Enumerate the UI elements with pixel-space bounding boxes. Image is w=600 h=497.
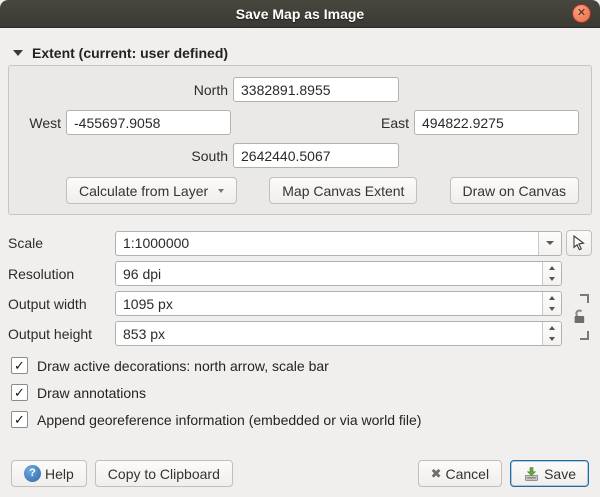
footer-left-group: ? Help Copy to Clipboard	[11, 460, 233, 487]
draw-on-canvas-button[interactable]: Draw on Canvas	[450, 177, 580, 204]
extent-header-label: Extent (current: user defined)	[32, 45, 228, 61]
scale-combobox[interactable]	[115, 231, 562, 256]
collapse-triangle-icon	[13, 50, 23, 56]
chevron-down-icon	[546, 241, 554, 245]
height-spin-buttons	[542, 322, 561, 345]
draw-annotations-label: Draw annotations	[37, 385, 146, 401]
lock-aspect-ratio-button[interactable]	[571, 294, 589, 340]
resolution-spin-buttons	[542, 262, 561, 285]
north-label: North	[21, 82, 228, 98]
resolution-label: Resolution	[8, 266, 115, 282]
draw-decorations-label: Draw active decorations: north arrow, sc…	[37, 358, 329, 374]
append-georeference-checkbox[interactable]: ✓ Append georeference information (embed…	[8, 411, 592, 428]
spin-down-button[interactable]	[543, 274, 561, 286]
save-map-as-image-dialog: Save Map as Image ✕ Extent (current: use…	[0, 0, 600, 497]
dropdown-arrow-icon	[218, 189, 224, 193]
spin-up-button[interactable]	[543, 292, 561, 304]
save-button[interactable]: Save	[510, 460, 589, 487]
east-input[interactable]	[414, 110, 579, 135]
south-label: South	[21, 148, 228, 164]
west-east-row: West East	[21, 110, 579, 135]
help-button[interactable]: ? Help	[11, 460, 87, 487]
resolution-row: Resolution	[8, 261, 592, 286]
scale-row: Scale	[8, 230, 592, 256]
north-row: North	[21, 77, 579, 102]
footer-right-group: ✖ Cancel Save	[418, 460, 589, 487]
scale-label: Scale	[8, 235, 115, 251]
dialog-body: Extent (current: user defined) North Wes…	[0, 28, 600, 497]
spin-up-button[interactable]	[543, 262, 561, 274]
append-georeference-label: Append georeference information (embedde…	[37, 412, 421, 428]
south-row: South	[21, 143, 579, 168]
arrow-down-icon	[549, 277, 555, 281]
help-label: Help	[45, 466, 74, 482]
output-settings-form: Scale Resolution	[8, 230, 592, 346]
scale-input[interactable]	[116, 232, 538, 255]
dialog-footer: ? Help Copy to Clipboard ✖ Cancel	[8, 460, 592, 487]
save-label: Save	[544, 466, 576, 482]
save-icon	[523, 466, 540, 482]
options-checkboxes: ✓ Draw active decorations: north arrow, …	[8, 357, 592, 438]
extent-buttons-row: Calculate from Layer Map Canvas Extent D…	[21, 177, 579, 204]
map-canvas-extent-label: Map Canvas Extent	[282, 183, 404, 199]
calculate-from-layer-button[interactable]: Calculate from Layer	[66, 177, 237, 204]
east-label: East	[381, 115, 409, 131]
cancel-label: Cancel	[445, 466, 489, 482]
copy-to-clipboard-label: Copy to Clipboard	[108, 466, 220, 482]
output-height-spinbox[interactable]	[115, 321, 562, 346]
arrow-up-icon	[549, 296, 555, 300]
checkbox-checked-icon: ✓	[11, 357, 28, 374]
west-label: West	[21, 115, 61, 131]
output-size-rows: Output width Output height	[8, 291, 592, 346]
resolution-spinbox[interactable]	[115, 261, 562, 286]
calculate-from-layer-label: Calculate from Layer	[79, 183, 208, 199]
extent-group-header[interactable]: Extent (current: user defined)	[8, 44, 592, 62]
spin-down-button[interactable]	[543, 304, 561, 316]
arrow-up-icon	[549, 266, 555, 270]
bracket-top-icon	[580, 294, 589, 303]
output-height-row: Output height	[8, 321, 592, 346]
unlock-icon	[572, 308, 587, 325]
spin-up-button[interactable]	[543, 322, 561, 334]
close-icon: ✕	[577, 8, 586, 19]
checkbox-checked-icon: ✓	[11, 411, 28, 428]
output-width-spinbox[interactable]	[115, 291, 562, 316]
copy-to-clipboard-button[interactable]: Copy to Clipboard	[95, 460, 233, 487]
cancel-button[interactable]: ✖ Cancel	[418, 460, 503, 487]
titlebar[interactable]: Save Map as Image ✕	[0, 0, 600, 28]
output-height-label: Output height	[8, 326, 115, 342]
draw-on-canvas-label: Draw on Canvas	[463, 183, 567, 199]
south-input[interactable]	[233, 143, 399, 168]
draw-decorations-checkbox[interactable]: ✓ Draw active decorations: north arrow, …	[8, 357, 592, 374]
output-width-input[interactable]	[116, 292, 542, 315]
output-width-row: Output width	[8, 291, 592, 316]
window-title: Save Map as Image	[236, 6, 364, 22]
map-canvas-extent-button[interactable]: Map Canvas Extent	[269, 177, 417, 204]
scale-dropdown-button[interactable]	[538, 232, 561, 255]
bracket-bottom-icon	[580, 331, 589, 340]
arrow-down-icon	[549, 337, 555, 341]
arrow-up-icon	[549, 326, 555, 330]
west-input[interactable]	[66, 110, 231, 135]
output-height-input[interactable]	[116, 322, 542, 345]
help-icon: ?	[24, 465, 41, 482]
set-scale-from-canvas-button[interactable]	[566, 230, 592, 256]
resolution-input[interactable]	[116, 262, 542, 285]
width-spin-buttons	[542, 292, 561, 315]
output-width-label: Output width	[8, 296, 115, 312]
draw-annotations-checkbox[interactable]: ✓ Draw annotations	[8, 384, 592, 401]
pointer-cursor-icon	[571, 235, 587, 251]
spin-down-button[interactable]	[543, 334, 561, 346]
extent-groupbox: North West East South Calculate from Lay…	[8, 65, 592, 215]
north-input[interactable]	[233, 77, 399, 102]
checkbox-checked-icon: ✓	[11, 384, 28, 401]
cancel-x-icon: ✖	[431, 467, 442, 480]
arrow-down-icon	[549, 307, 555, 311]
close-button[interactable]: ✕	[572, 4, 591, 23]
